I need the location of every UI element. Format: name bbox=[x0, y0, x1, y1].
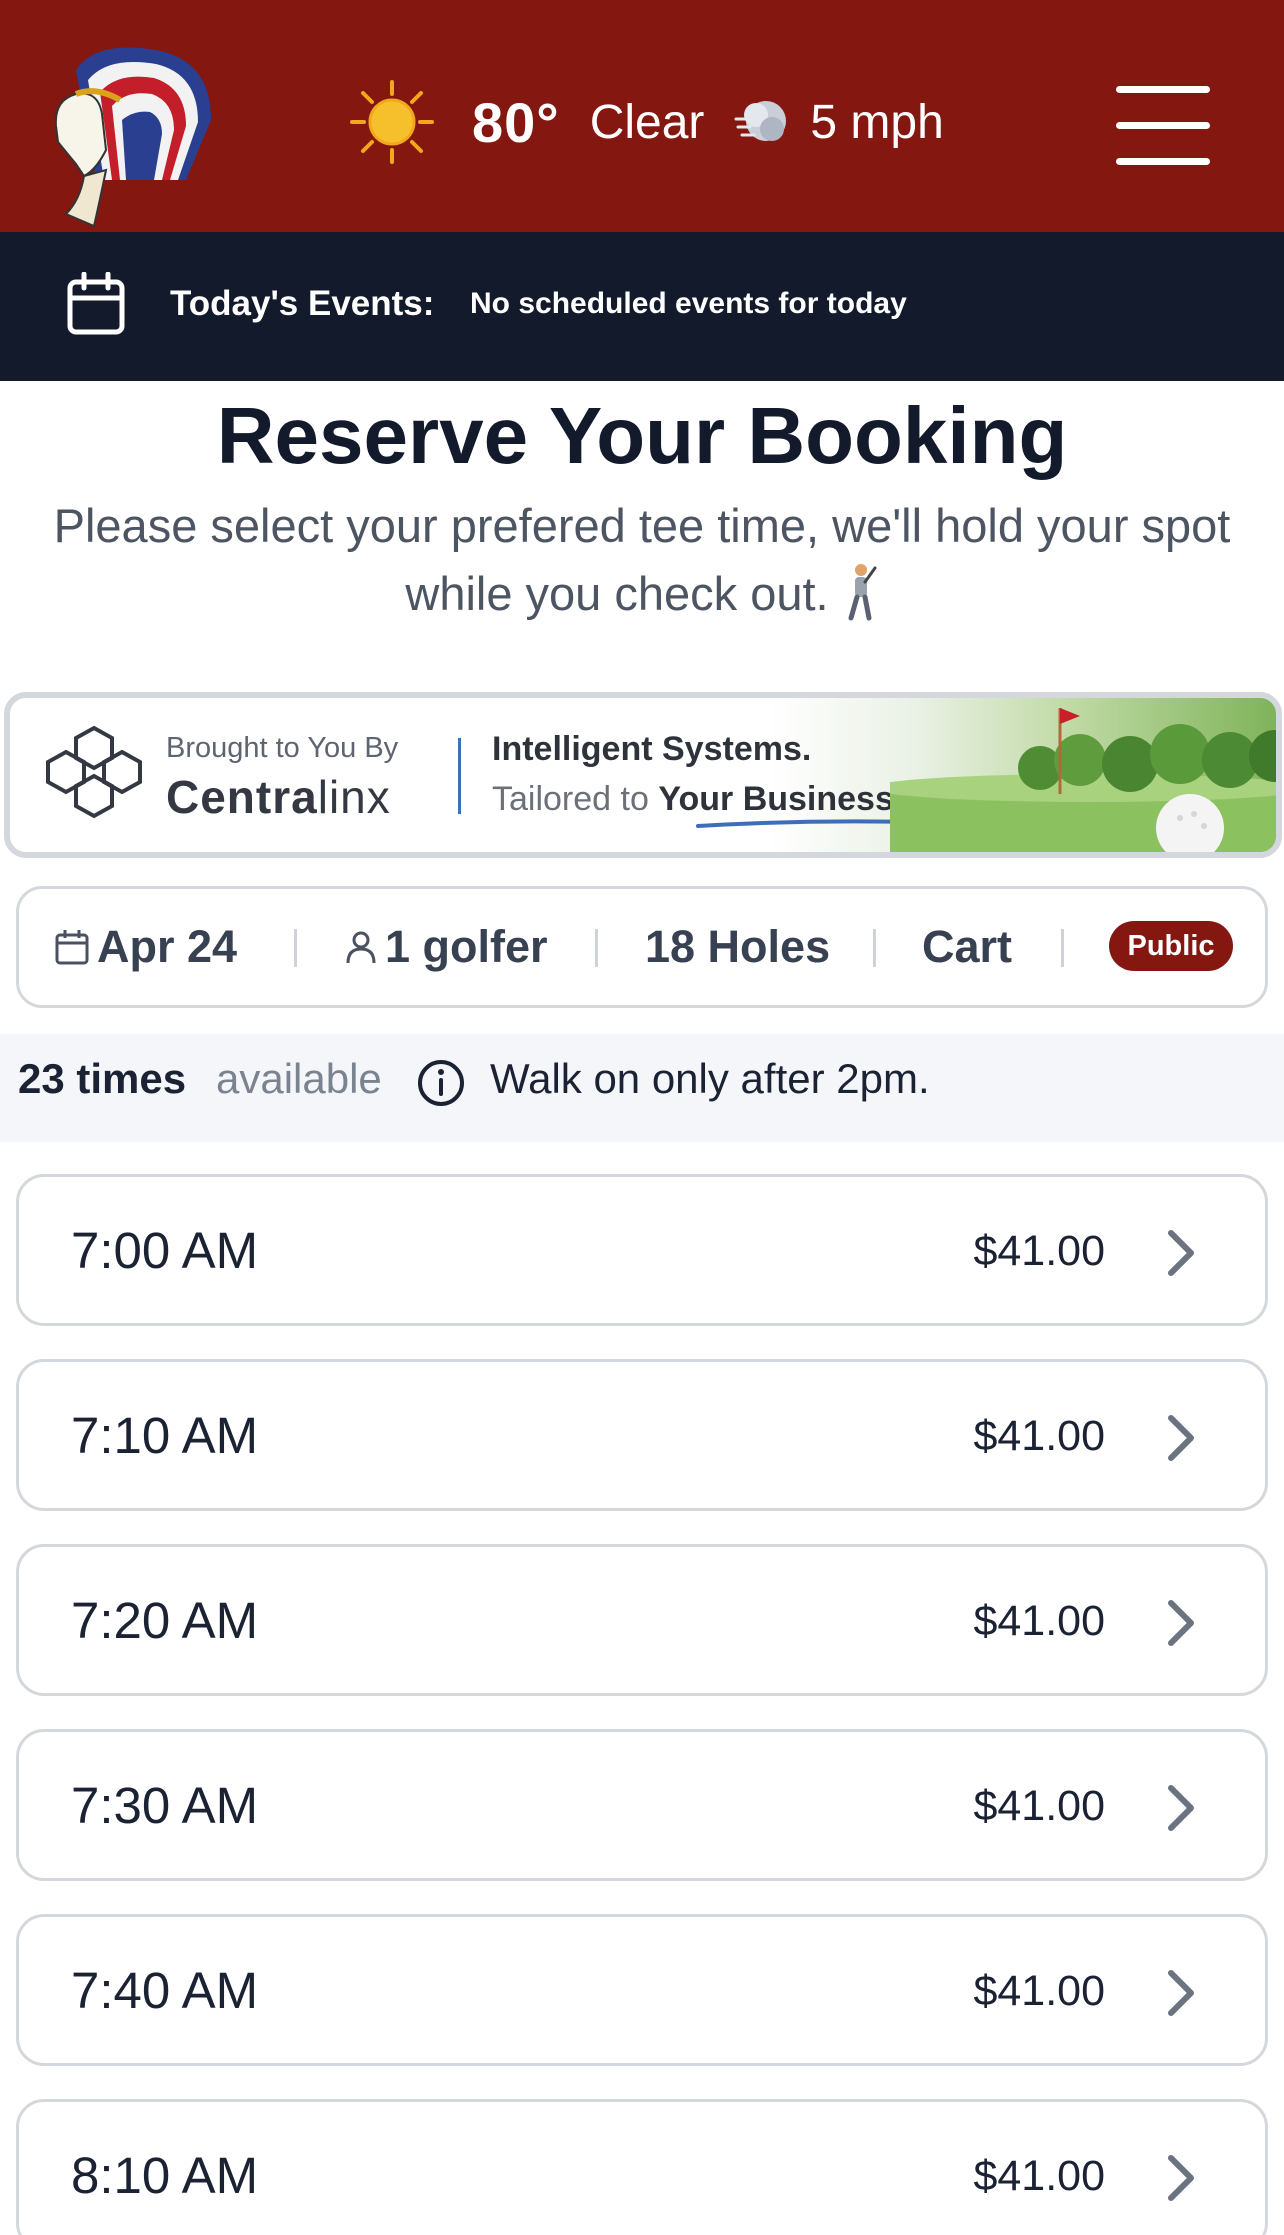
sponsor-name-strong: Centra bbox=[166, 771, 318, 823]
times-count: 23 times bbox=[18, 1055, 187, 1102]
hamburger-menu-icon[interactable] bbox=[1116, 82, 1210, 170]
sponsor-tagline-2a: Tailored to bbox=[492, 780, 649, 818]
golf-course-image bbox=[890, 708, 1276, 852]
tee-time-row[interactable]: 7:40 AM $41.00 bbox=[16, 1914, 1268, 2066]
tee-time-price: $41.00 bbox=[973, 1412, 1105, 1460]
chevron-right-icon bbox=[1168, 1415, 1194, 1461]
page-title: Reserve Your Booking bbox=[216, 391, 1068, 480]
sponsor-tagline-1: Intelligent Systems. bbox=[492, 730, 812, 768]
tee-time: 7:40 AM bbox=[71, 1962, 259, 2019]
centralinx-logo-icon bbox=[46, 725, 142, 819]
brought-by-text: Brought to You By bbox=[166, 732, 399, 764]
chevron-right-icon bbox=[1168, 1970, 1194, 2016]
banner-divider bbox=[458, 738, 461, 814]
booking-filters: Apr 24 1 golfer 18 Holes Cart Public bbox=[16, 886, 1268, 1008]
chevron-right-icon bbox=[1168, 1600, 1194, 1646]
info-icon bbox=[418, 1060, 464, 1106]
sponsor-name: Centralinx bbox=[166, 770, 391, 824]
wind-icon bbox=[734, 101, 787, 141]
filter-divider bbox=[595, 929, 598, 967]
rate-badge[interactable]: Public bbox=[1109, 921, 1233, 971]
subtitle-text: Please select your prefered tee time, we… bbox=[53, 499, 1231, 620]
cart-value: Cart bbox=[922, 921, 1013, 972]
tee-time-price: $41.00 bbox=[973, 1597, 1105, 1645]
tee-time-price: $41.00 bbox=[973, 2152, 1105, 2200]
events-label: Today's Events: bbox=[170, 284, 435, 323]
filter-divider bbox=[294, 929, 297, 967]
calendar-small-icon bbox=[55, 930, 89, 965]
cart-filter[interactable]: Cart bbox=[922, 889, 1012, 1005]
sponsor-tagline-2b: Your Business. bbox=[658, 780, 904, 818]
walk-on-note: Walk on only after 2pm. bbox=[490, 1055, 930, 1102]
date-filter[interactable]: Apr 24 bbox=[55, 889, 237, 1005]
tee-time-row[interactable]: 7:10 AM $41.00 bbox=[16, 1359, 1268, 1511]
tee-time-row[interactable]: 7:20 AM $41.00 bbox=[16, 1544, 1268, 1696]
golfers-value: 1 golfer bbox=[385, 921, 548, 972]
sponsor-name-light: linx bbox=[317, 771, 391, 823]
weather-widget: 80° Clear 5 mph bbox=[350, 72, 944, 172]
weather-condition: Clear bbox=[589, 95, 705, 149]
tee-time: 7:00 AM bbox=[71, 1222, 259, 1279]
filter-divider bbox=[1061, 929, 1064, 967]
holes-filter[interactable]: 18 Holes bbox=[645, 889, 830, 1005]
calendar-icon bbox=[67, 272, 125, 335]
tee-time-row[interactable]: 7:00 AM $41.00 bbox=[16, 1174, 1268, 1326]
sponsor-banner[interactable]: Brought to You By Centralinx Intelligent… bbox=[4, 692, 1282, 858]
tee-time-row[interactable]: 7:30 AM $41.00 bbox=[16, 1729, 1268, 1881]
tee-time: 8:10 AM bbox=[71, 2147, 259, 2204]
tee-time-row[interactable]: 8:10 AM $41.00 bbox=[16, 2099, 1268, 2235]
golfer-emoji-icon bbox=[848, 564, 877, 621]
tee-time-price: $41.00 bbox=[973, 1227, 1105, 1275]
chevron-right-icon bbox=[1168, 1230, 1194, 1276]
wind-speed: 5 mph bbox=[810, 95, 944, 149]
holes-value: 18 Holes bbox=[645, 921, 831, 972]
date-value: Apr 24 bbox=[97, 921, 238, 972]
tee-time-price: $41.00 bbox=[973, 1967, 1105, 2015]
events-text: No scheduled events for today bbox=[470, 287, 907, 320]
tee-time-price: $41.00 bbox=[973, 1782, 1105, 1830]
tee-time: 7:10 AM bbox=[71, 1407, 259, 1464]
times-available-label: available bbox=[216, 1055, 382, 1102]
tee-time: 7:30 AM bbox=[71, 1777, 259, 1834]
sponsor-tagline-2: Tailored to Your Business. bbox=[492, 780, 903, 819]
chevron-right-icon bbox=[1168, 2155, 1194, 2201]
filter-divider bbox=[873, 929, 876, 967]
sun-icon bbox=[350, 80, 434, 164]
person-icon bbox=[346, 931, 376, 964]
golfers-filter[interactable]: 1 golfer bbox=[345, 889, 548, 1005]
temperature: 80° bbox=[472, 90, 560, 154]
club-logo[interactable] bbox=[36, 30, 226, 230]
chevron-right-icon bbox=[1168, 1785, 1194, 1831]
tee-time: 7:20 AM bbox=[71, 1592, 259, 1649]
page-subtitle: Please select your prefered tee time, we… bbox=[40, 492, 1244, 628]
